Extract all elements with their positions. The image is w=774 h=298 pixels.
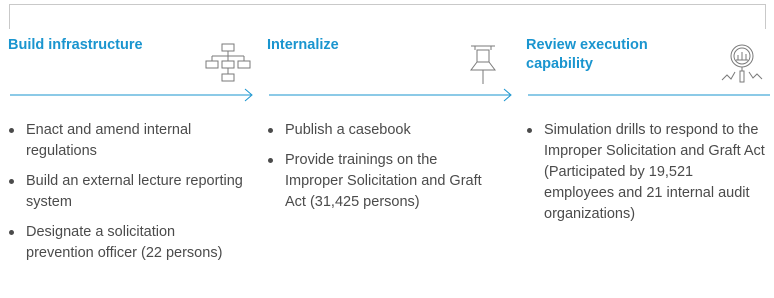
magnifier-chart-icon <box>721 44 763 83</box>
pushpin-icon <box>470 45 496 84</box>
bullet-list: Enact and amend internal regulations Bui… <box>8 120 248 273</box>
list-item: Enact and amend internal regulations <box>8 120 248 162</box>
frame-right-border <box>765 4 766 29</box>
bullet-dot <box>9 230 14 235</box>
list-item: Provide trainings on the Improper Solici… <box>267 150 497 213</box>
frame-top-border <box>9 4 766 5</box>
list-item: Designate a solicitation prevention offi… <box>8 222 236 264</box>
list-item-text: Publish a casebook <box>285 122 411 138</box>
bullet-dot <box>268 128 273 133</box>
list-item: Simulation drills to respond to the Impr… <box>526 120 766 225</box>
column-title: Internalize <box>267 37 339 53</box>
bullet-dot <box>9 179 14 184</box>
list-item: Build an external lecture reporting syst… <box>8 171 248 213</box>
arrow-right-icon <box>10 88 253 102</box>
org-chart-icon <box>205 43 251 82</box>
bullet-list: Publish a casebook Provide trainings on … <box>267 120 497 222</box>
column-title: Build infrastructure <box>8 37 143 53</box>
column-title: Review execution capability <box>526 37 648 72</box>
list-item-text: Provide trainings on the Improper Solici… <box>285 152 482 210</box>
list-item-text: Simulation drills to respond to the Impr… <box>544 122 765 222</box>
list-item-text: Build an external lecture reporting syst… <box>26 173 243 210</box>
bullet-list: Simulation drills to respond to the Impr… <box>526 120 766 234</box>
list-item-text: Enact and amend internal regulations <box>26 122 192 159</box>
list-item-text: Designate a solicitation prevention offi… <box>26 224 223 261</box>
horizontal-rule <box>528 94 770 96</box>
bullet-dot <box>268 158 273 163</box>
list-item: Publish a casebook <box>267 120 497 141</box>
frame-left-border <box>9 4 10 29</box>
bullet-dot <box>9 128 14 133</box>
arrow-right-icon <box>269 88 512 102</box>
bullet-dot <box>527 128 532 133</box>
